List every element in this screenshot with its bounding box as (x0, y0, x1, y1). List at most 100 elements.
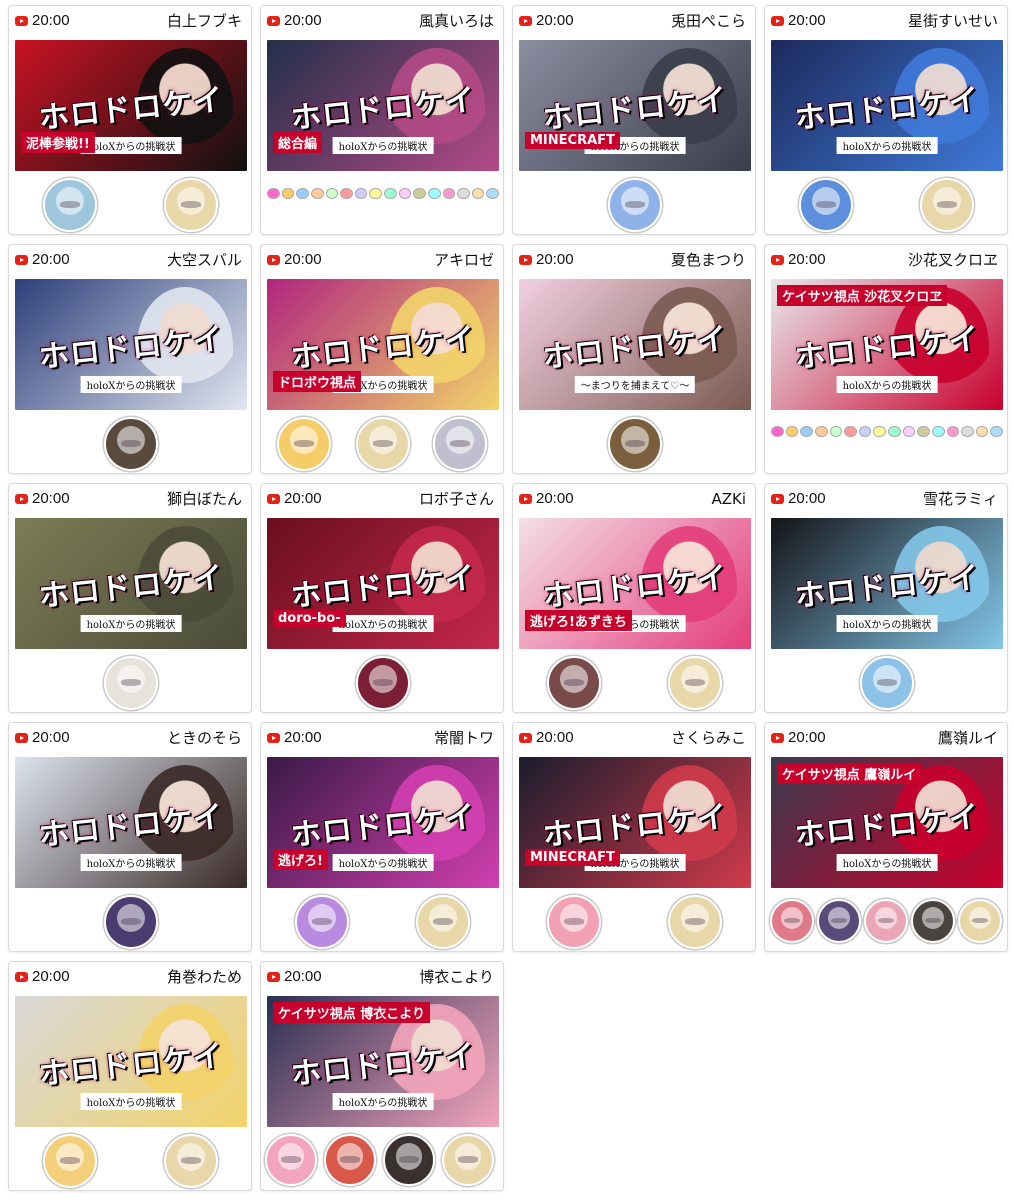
stream-thumbnail[interactable]: ホロドロケイ holoXからの挑戦状 (771, 518, 1003, 649)
youtube-play-icon (771, 255, 784, 265)
participant-avatar[interactable] (920, 178, 974, 232)
participant-avatars (261, 415, 503, 473)
participant-avatar[interactable] (295, 895, 349, 949)
thumbnail-badge: 逃げろ! (273, 849, 328, 870)
streamer-name: 風真いろは (418, 12, 494, 30)
youtube-play-icon (267, 16, 280, 26)
stream-thumbnail[interactable]: ホロドロケイ holoXからの挑戦状 MINECRAFT (519, 40, 751, 171)
participant-avatar[interactable] (608, 178, 662, 232)
thumbnail-badge: 泥棒参戦!! (21, 132, 95, 153)
card-header: 20:00 AZKi (513, 484, 755, 514)
participant-avatar[interactable] (265, 1134, 317, 1186)
stream-card[interactable]: 20:00 獅白ぼたん ホロドロケイ holoXからの挑戦状 (8, 483, 252, 713)
stream-thumbnail[interactable]: ホロドロケイ holoXからの挑戦状 ケイサツ視点 博衣こより (267, 996, 499, 1127)
participant-avatar[interactable] (770, 899, 814, 943)
participant-avatar[interactable] (104, 417, 158, 471)
stream-card[interactable]: 20:00 角巻わためホロドロケイ holoXからの挑戦状 (8, 961, 252, 1191)
thumbnail-badge: ドロボウ視点 (273, 371, 362, 392)
participant-avatar[interactable] (43, 1134, 97, 1188)
stream-card[interactable]: 20:00 ときのそら ホロドロケイ holoXからの挑戦状 (8, 722, 252, 952)
stream-thumbnail[interactable]: ホロドロケイ holoXからの挑戦状 MINECRAFT (519, 757, 751, 888)
participant-avatar[interactable] (547, 656, 601, 710)
stream-time: 20:00 (32, 12, 70, 29)
stream-card[interactable]: 20:00 大空スバル ホロドロケイ holoXからの挑戦状 (8, 244, 252, 474)
participant-avatar[interactable] (164, 1134, 218, 1188)
participant-avatar[interactable] (104, 895, 158, 949)
participant-avatar[interactable] (383, 1134, 435, 1186)
stream-thumbnail[interactable]: ホロドロケイ holoXからの挑戦状 (15, 279, 247, 410)
participant-avatars (765, 176, 1007, 234)
stream-card[interactable]: 20:00 ロボ子さん ホロドロケイ holoXからの挑戦状 doro-bo- (260, 483, 504, 713)
participant-avatar[interactable] (668, 656, 722, 710)
stream-thumbnail[interactable]: ホロドロケイ holoXからの挑戦状 泥棒参戦!! (15, 40, 247, 171)
stream-time: 20:00 (788, 490, 826, 507)
stream-time: 20:00 (284, 729, 322, 746)
stream-thumbnail[interactable]: ホロドロケイ holoXからの挑戦状 (771, 40, 1003, 171)
stream-thumbnail[interactable]: ホロドロケイ holoXからの挑戦状 ケイサツ視点 鷹嶺ルイ (771, 757, 1003, 888)
stream-thumbnail[interactable]: ホロドロケイ holoXからの挑戦状 (15, 518, 247, 649)
stream-card[interactable]: 20:00 博衣こより ホロドロケイ holoXからの挑戦状 ケイサツ視点 博衣こより (260, 961, 504, 1191)
participant-avatars (9, 176, 251, 234)
participant-avatar[interactable] (356, 417, 410, 471)
stream-thumbnail[interactable]: ホロドロケイ holoXからの挑戦状 逃げろ!あずきち (519, 518, 751, 649)
stream-thumbnail[interactable]: ホロドロケイ holoXからの挑戦状 doro-bo- (267, 518, 499, 649)
participant-avatar[interactable] (817, 899, 861, 943)
participant-avatar[interactable] (164, 178, 218, 232)
participant-avatar[interactable] (547, 895, 601, 949)
participant-avatar[interactable] (911, 899, 955, 943)
stream-thumbnail[interactable]: ホロドロケイ holoXからの挑戦状 総合編 (267, 40, 499, 171)
youtube-play-icon (771, 16, 784, 26)
participant-avatar[interactable] (43, 178, 97, 232)
participant-avatar[interactable] (277, 417, 331, 471)
stream-thumbnail[interactable]: ホロドロケイ holoXからの挑戦状 ドロボウ視点 (267, 279, 499, 410)
youtube-play-icon (519, 733, 532, 743)
participant-avatar[interactable] (799, 178, 853, 232)
participant-avatars (261, 1132, 503, 1190)
stream-card[interactable]: 20:00 アキロゼ ホロドロケイ holoXからの挑戦状 ドロボウ視点 (260, 244, 504, 474)
stream-thumbnail[interactable]: ホロドロケイ holoXからの挑戦状 逃げろ! (267, 757, 499, 888)
participant-avatar[interactable] (324, 1134, 376, 1186)
stream-card[interactable]: 20:00 兎田ぺこら ホロドロケイ holoXからの挑戦状 MINECRAFT (512, 5, 756, 235)
stream-thumbnail[interactable]: ホロドロケイ holoXからの挑戦状 (15, 996, 247, 1127)
card-header: 20:00 角巻わため (9, 962, 251, 992)
stream-time: 20:00 (284, 968, 322, 985)
stream-thumbnail[interactable]: ホロドロケイ holoXからの挑戦状 ケイサツ視点 沙花叉クロヱ (771, 279, 1003, 410)
stream-card[interactable]: 20:00 夏色まつりホロドロケイ 〜まつりを捕まえて♡〜 (512, 244, 756, 474)
participant-avatar[interactable] (433, 417, 487, 471)
participant-avatar[interactable] (356, 656, 410, 710)
streamer-name: 大空スバル (166, 251, 242, 269)
participant-avatar[interactable] (668, 895, 722, 949)
thumbnail-subtitle: holoXからの挑戦状 (836, 136, 938, 154)
participant-avatar[interactable] (864, 899, 908, 943)
participant-avatar[interactable] (416, 895, 470, 949)
participant-avatars (9, 893, 251, 951)
stream-time: 20:00 (32, 968, 70, 985)
stream-card[interactable]: 20:00 風真いろは ホロドロケイ holoXからの挑戦状 総合編 (260, 5, 504, 235)
streamer-name: アキロゼ (433, 251, 494, 269)
streamer-name: ときのそら (166, 729, 242, 747)
participant-avatar[interactable] (442, 1134, 494, 1186)
stream-card[interactable]: 20:00 AZKi ホロドロケイ holoXからの挑戦状 逃げろ!あずきち (512, 483, 756, 713)
stream-card[interactable]: 20:00 星街すいせい ホロドロケイ holoXからの挑戦状 (764, 5, 1008, 235)
stream-card[interactable]: 20:00 雪花ラミィ ホロドロケイ holoXからの挑戦状 (764, 483, 1008, 713)
stream-thumbnail[interactable]: ホロドロケイ holoXからの挑戦状 (15, 757, 247, 888)
streamer-name: 夏色まつり (670, 251, 746, 269)
participant-avatar[interactable] (958, 899, 1002, 943)
participant-avatar[interactable] (104, 656, 158, 710)
participant-avatars (261, 893, 503, 951)
stream-time: 20:00 (536, 251, 574, 268)
participant-avatars (9, 654, 251, 712)
thumbnail-subtitle: holoXからの挑戦状 (836, 614, 938, 632)
participant-avatars (513, 654, 755, 712)
stream-card[interactable]: 20:00 鷹嶺ルイ ホロドロケイ holoXからの挑戦状 ケイサツ視点 鷹嶺ルイ (764, 722, 1008, 952)
thumbnail-subtitle: holoXからの挑戦状 (332, 853, 434, 871)
participant-avatar[interactable] (860, 656, 914, 710)
stream-card[interactable]: 20:00 白上フブキ ホロドロケイ holoXからの挑戦状 泥棒参戦!! (8, 5, 252, 235)
stream-card[interactable]: 20:00 さくらみこ ホロドロケイ holoXからの挑戦状 MINECRAFT (512, 722, 756, 952)
stream-card[interactable]: 20:00 沙花叉クロヱ ホロドロケイ holoXからの挑戦状 ケイサツ視点 沙花叉クロ… (764, 244, 1008, 474)
thumbnail-badge: ケイサツ視点 博衣こより (273, 1002, 431, 1023)
stream-card[interactable]: 20:00 常闇トワ ホロドロケイ holoXからの挑戦状 逃げろ! (260, 722, 504, 952)
youtube-play-icon (267, 733, 280, 743)
stream-thumbnail[interactable]: ホロドロケイ 〜まつりを捕まえて♡〜 (519, 279, 751, 410)
participant-avatar[interactable] (608, 417, 662, 471)
